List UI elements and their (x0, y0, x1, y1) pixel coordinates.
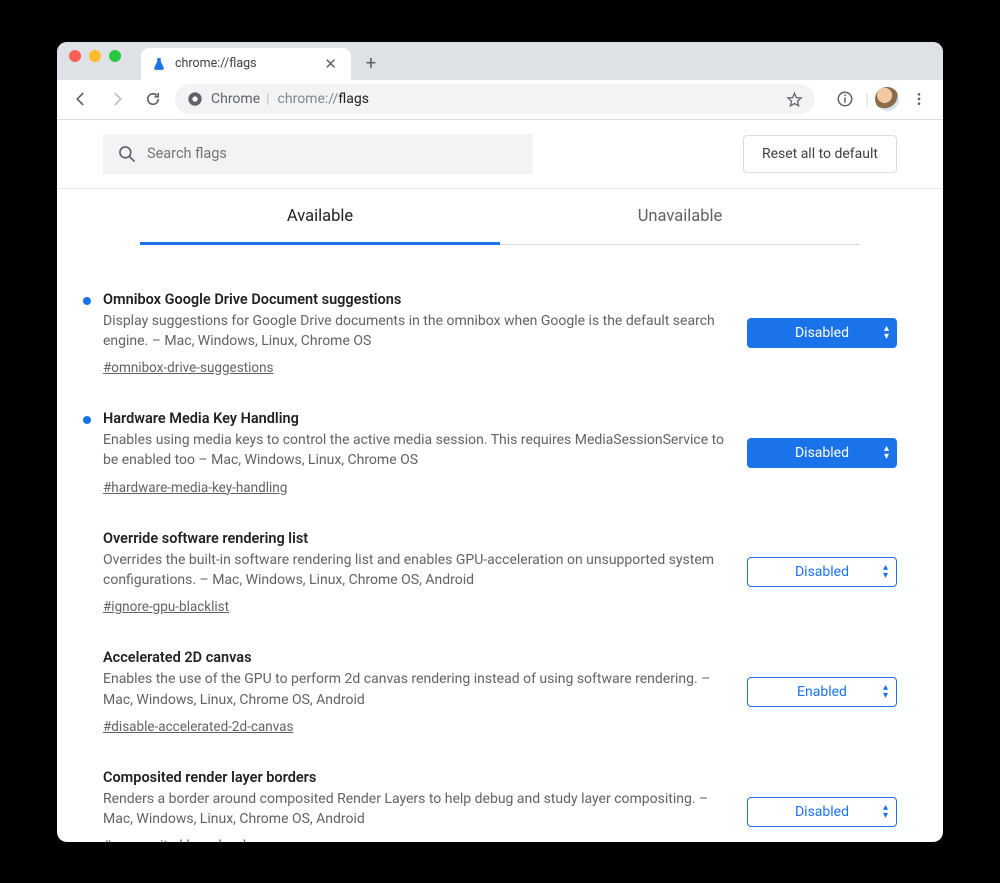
menu-icon[interactable] (905, 85, 933, 113)
back-button[interactable] (67, 85, 95, 113)
chevron-updown-icon (884, 444, 889, 462)
maximize-window-button[interactable] (109, 50, 121, 62)
url-scheme-label: Chrome| (211, 91, 270, 107)
flag-anchor-link[interactable]: #composited-layer-borders (103, 838, 265, 841)
flags-topbar: Reset all to default (57, 120, 943, 189)
flag-select-value: Enabled (797, 684, 847, 700)
chevron-updown-icon (883, 683, 888, 701)
page-content: Reset all to default Available Unavailab… (57, 120, 943, 842)
flag-select[interactable]: Disabled (747, 318, 897, 348)
address-bar[interactable]: Chrome| chrome://flags (175, 84, 815, 114)
chevron-updown-icon (883, 803, 888, 821)
modified-dot-icon (83, 297, 91, 305)
search-icon (117, 144, 137, 164)
flag-anchor-link[interactable]: #disable-accelerated-2d-canvas (103, 719, 293, 735)
new-tab-button[interactable]: + (357, 50, 385, 78)
browser-tab[interactable]: chrome://flags ✕ (141, 48, 351, 80)
chrome-icon (187, 91, 203, 107)
reload-button[interactable] (139, 85, 167, 113)
browser-window: chrome://flags ✕ + Chrome| chrome://flag… (57, 42, 943, 842)
flag-title: Omnibox Google Drive Document suggestion… (103, 291, 727, 308)
flag-select[interactable]: Disabled (747, 797, 897, 827)
flag-select[interactable]: Disabled (747, 438, 897, 468)
chevron-updown-icon (884, 324, 889, 342)
modified-dot-icon (83, 416, 91, 424)
flags-list: Omnibox Google Drive Document suggestion… (57, 245, 943, 842)
reset-all-button[interactable]: Reset all to default (743, 135, 897, 173)
flag-description: Display suggestions for Google Drive doc… (103, 311, 727, 352)
flag-row: Hardware Media Key Handling Enables using… (103, 394, 897, 514)
url-text: chrome://flags (278, 91, 369, 107)
flag-title: Accelerated 2D canvas (103, 649, 727, 666)
toolbar: Chrome| chrome://flags | (57, 80, 943, 120)
forward-button[interactable] (103, 85, 131, 113)
close-window-button[interactable] (69, 50, 81, 62)
minimize-window-button[interactable] (89, 50, 101, 62)
flask-icon (151, 56, 167, 72)
flag-row: Override software rendering list Override… (103, 514, 897, 634)
tab-available[interactable]: Available (140, 189, 500, 245)
flag-description: Enables using media keys to control the … (103, 430, 727, 471)
flag-row: Omnibox Google Drive Document suggestion… (103, 275, 897, 395)
flag-description: Renders a border around composited Rende… (103, 789, 727, 830)
flag-select-value: Disabled (795, 564, 849, 580)
tab-title: chrome://flags (175, 56, 312, 71)
flag-anchor-link[interactable]: #hardware-media-key-handling (103, 480, 287, 496)
flag-anchor-link[interactable]: #ignore-gpu-blacklist (103, 599, 229, 615)
flag-title: Composited render layer borders (103, 769, 727, 786)
flag-select-value: Disabled (795, 325, 849, 341)
flag-row: Composited render layer borders Renders a… (103, 753, 897, 842)
flag-select-value: Disabled (795, 445, 849, 461)
flag-description: Overrides the built-in software renderin… (103, 550, 727, 591)
star-icon[interactable] (786, 91, 803, 108)
flag-select[interactable]: Enabled (747, 677, 897, 707)
search-input[interactable] (147, 145, 519, 162)
search-flags-box[interactable] (103, 134, 533, 174)
flag-title: Hardware Media Key Handling (103, 410, 727, 427)
flag-description: Enables the use of the GPU to perform 2d… (103, 669, 727, 710)
flag-title: Override software rendering list (103, 530, 727, 547)
close-tab-icon[interactable]: ✕ (320, 55, 341, 73)
tab-unavailable[interactable]: Unavailable (500, 189, 860, 245)
window-controls (69, 42, 141, 80)
flag-select[interactable]: Disabled (747, 557, 897, 587)
flags-tabs: Available Unavailable (140, 189, 860, 245)
chevron-updown-icon (883, 563, 888, 581)
flag-select-value: Disabled (795, 804, 849, 820)
flag-row: Accelerated 2D canvas Enables the use of … (103, 633, 897, 753)
flag-anchor-link[interactable]: #omnibox-drive-suggestions (103, 360, 274, 376)
profile-avatar[interactable] (875, 87, 899, 111)
info-icon[interactable] (831, 85, 859, 113)
titlebar: chrome://flags ✕ + (57, 42, 943, 80)
